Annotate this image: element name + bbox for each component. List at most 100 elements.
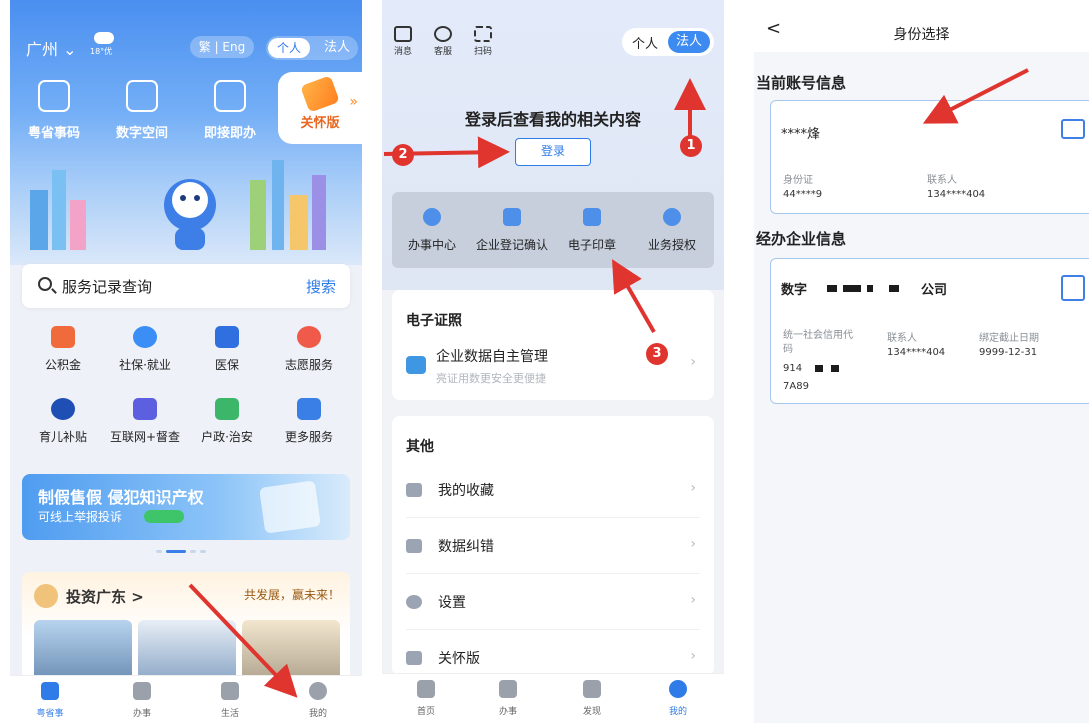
quick-entry-digital-space[interactable]: 数字空间 bbox=[102, 80, 182, 141]
invest-guangdong-card[interactable]: 投资广东 > 共发展，赢未来！ bbox=[22, 572, 350, 682]
bottom-tab-bar: 粤省事 办事 生活 我的 bbox=[10, 675, 362, 723]
customer-service-button[interactable]: 客服 bbox=[426, 26, 460, 57]
banner-title: 制假售假 侵犯知识产权 bbox=[38, 488, 204, 507]
document-icon bbox=[503, 208, 521, 226]
service-item-housing-fund[interactable]: 公积金 bbox=[22, 326, 104, 373]
tab-label: 我的 bbox=[308, 709, 327, 719]
authorization-button[interactable]: 业务授权 bbox=[632, 208, 712, 253]
care-mode-label: 关怀版 bbox=[300, 116, 340, 131]
mode-personal-button[interactable]: 个人 bbox=[268, 38, 310, 58]
redaction-block bbox=[831, 365, 839, 372]
weather-temp: 18°优 bbox=[90, 47, 113, 56]
profile-icon bbox=[309, 682, 327, 700]
tab-mine[interactable]: 我的 bbox=[638, 680, 718, 717]
quick-entry-instant[interactable]: 即接即办 bbox=[190, 80, 270, 141]
menu-item-settings[interactable]: 设置 › bbox=[406, 574, 700, 630]
house-fund-icon bbox=[51, 326, 75, 348]
quick-entry-label: 数字空间 bbox=[115, 126, 168, 141]
service-item-childcare[interactable]: 育儿补贴 bbox=[22, 398, 104, 445]
service-label: 更多服务 bbox=[284, 430, 333, 444]
banner-subtitle: 可线上举报投诉 bbox=[38, 510, 123, 524]
seal-icon bbox=[583, 208, 601, 226]
more-grid-icon bbox=[297, 398, 321, 420]
tab-home[interactable]: 粤省事 bbox=[10, 682, 90, 719]
chevron-right-icon: › bbox=[690, 354, 696, 370]
document-icon bbox=[259, 480, 321, 534]
service-item-social-security[interactable]: 社保·就业 bbox=[104, 326, 186, 373]
coffee-icon bbox=[221, 682, 239, 700]
menu-item-data-correction[interactable]: 数据纠错 › bbox=[406, 518, 700, 574]
tab-life[interactable]: 生活 bbox=[190, 682, 270, 719]
double-chevron-right-icon: » bbox=[349, 94, 358, 110]
top-icon-label: 客服 bbox=[433, 47, 452, 57]
login-button[interactable]: 登录 bbox=[515, 138, 591, 166]
service-label: 企业登记确认 bbox=[475, 238, 548, 252]
city-name: 广州 bbox=[26, 40, 59, 59]
chevron-right-icon: › bbox=[690, 648, 696, 664]
scan-button[interactable]: 扫码 bbox=[466, 26, 500, 57]
search-button[interactable]: 搜索 bbox=[306, 276, 336, 297]
mode-corporate-button[interactable]: 法人 bbox=[318, 38, 356, 58]
enterprise-section-title: 经办企业信息 bbox=[756, 230, 847, 248]
menu-item-favorites[interactable]: 我的收藏 › bbox=[406, 462, 700, 518]
ip-report-banner[interactable]: 制假售假 侵犯知识产权 可线上举报投诉 bbox=[22, 474, 350, 540]
care-mode-card[interactable]: 关怀版 » bbox=[278, 72, 362, 144]
search-bar[interactable]: 服务记录查询 搜索 bbox=[22, 264, 350, 308]
invest-photo bbox=[34, 620, 132, 682]
tab-label: 办事 bbox=[132, 709, 151, 719]
scan-icon bbox=[474, 26, 492, 42]
contact-label: 联系人 bbox=[927, 175, 957, 186]
mode-corporate-button[interactable]: 法人 bbox=[668, 31, 710, 53]
weather-widget[interactable]: 18°优 bbox=[90, 32, 120, 60]
enterprise-registration-button[interactable]: 企业登记确认 bbox=[472, 208, 552, 253]
social-security-icon bbox=[133, 326, 157, 348]
tab-mine[interactable]: 我的 bbox=[278, 682, 358, 719]
tab-label: 生活 bbox=[220, 709, 239, 719]
service-label: 医保 bbox=[214, 358, 239, 372]
section-title: 其他 bbox=[406, 439, 434, 455]
profile-icon bbox=[669, 680, 687, 698]
service-label: 志愿服务 bbox=[284, 358, 333, 372]
search-text: 服务记录查询 bbox=[62, 278, 153, 296]
quick-entry-code[interactable]: 粤省事码 bbox=[14, 80, 94, 141]
childcare-icon bbox=[51, 398, 75, 420]
service-item-public-security[interactable]: 户政·治安 bbox=[186, 398, 268, 445]
service-item-medical-insurance[interactable]: 医保 bbox=[186, 326, 268, 373]
carousel-indicator bbox=[156, 550, 216, 554]
banner-action-pill bbox=[144, 510, 184, 523]
menu-item-label: 数据纠错 bbox=[438, 539, 494, 555]
enterprise-name-suffix: 公司 bbox=[921, 283, 948, 298]
invest-logo-icon bbox=[34, 584, 58, 608]
care-ribbon-icon bbox=[300, 75, 340, 113]
medical-insurance-icon bbox=[215, 326, 239, 348]
tab-label: 首页 bbox=[416, 707, 435, 717]
service-label: 社保·就业 bbox=[119, 358, 171, 372]
enterprise-card[interactable]: 数字 公司 统一社会信用代码 914 7A89 联系人 134****404 绑… bbox=[770, 258, 1089, 404]
messages-button[interactable]: 消息 bbox=[386, 26, 420, 57]
deadline-label: 绑定截止日期 bbox=[979, 333, 1039, 344]
tab-services[interactable]: 办事 bbox=[102, 682, 182, 719]
service-item-inspection[interactable]: 互联网+督查 bbox=[104, 398, 186, 445]
service-item-volunteer[interactable]: 志愿服务 bbox=[268, 326, 350, 373]
enterprise-contact-value: 134****404 bbox=[887, 347, 946, 358]
cert-item-title[interactable]: 企业数据自主管理 bbox=[436, 346, 548, 366]
e-seal-button[interactable]: 电子印章 bbox=[552, 208, 632, 253]
tab-home[interactable]: 首页 bbox=[386, 680, 466, 717]
menu-item-label: 设置 bbox=[438, 595, 466, 611]
language-switch[interactable]: 繁 | Eng bbox=[190, 36, 254, 58]
redaction-block bbox=[843, 285, 861, 292]
top-bar: 广州 ⌄ 18°优 繁 | Eng 个人 法人 bbox=[22, 32, 358, 60]
clipboard-icon bbox=[133, 682, 151, 700]
bookmark-icon bbox=[406, 483, 422, 497]
service-center-button[interactable]: 办事中心 bbox=[392, 208, 472, 253]
tab-services[interactable]: 办事 bbox=[468, 680, 548, 717]
account-card[interactable]: ****烽 身份证 44****9 联系人 134****404 bbox=[770, 100, 1089, 214]
service-label: 户政·治安 bbox=[201, 430, 253, 444]
mode-personal-button[interactable]: 个人 bbox=[632, 33, 658, 52]
tab-discover[interactable]: 发现 bbox=[552, 680, 632, 717]
menu-item-label: 我的收藏 bbox=[438, 483, 494, 499]
edit-icon bbox=[406, 539, 422, 553]
city-selector[interactable]: 广州 ⌄ bbox=[26, 36, 77, 60]
step-badge-2: 2 bbox=[392, 144, 414, 166]
service-item-more[interactable]: 更多服务 bbox=[268, 398, 350, 445]
